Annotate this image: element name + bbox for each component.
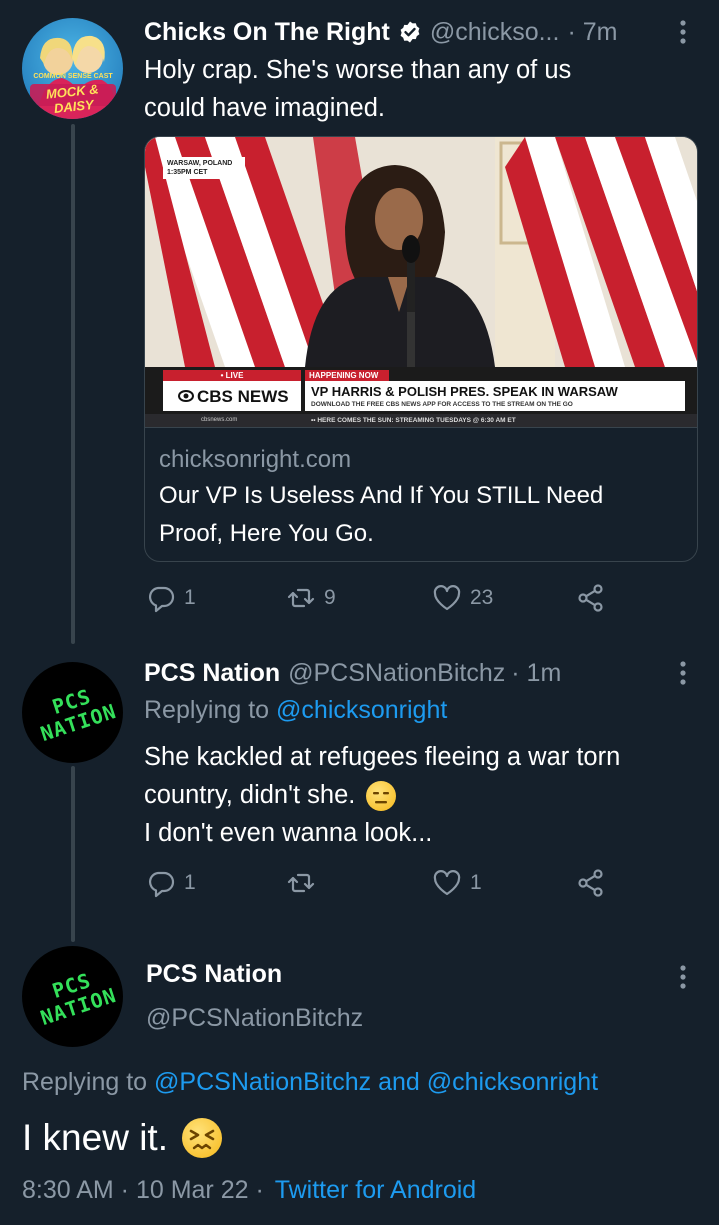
display-name[interactable]: PCS Nation [144, 659, 280, 688]
replying-prefix: Replying to [144, 696, 270, 724]
card-image: WARSAW, POLAND 1:35PM CET • LIVE CBS NEW… [145, 137, 697, 427]
replying-to-link[interactable]: @PCSNationBitchz and @chicksonright [154, 1068, 598, 1096]
like-count: 1 [470, 871, 482, 894]
network-name: CBS NEWS [197, 387, 289, 406]
tweet-text-line: could have imagined. [144, 94, 385, 122]
timestamp[interactable]: · 7m [567, 18, 617, 47]
verified-badge-icon [400, 21, 420, 43]
retweet-button[interactable]: 9 [286, 583, 336, 613]
tweet-header: PCS Nation @PCSNationBitchz · 1m [144, 656, 561, 690]
avatar-label-top: COMMON SENSE CAST [33, 73, 113, 80]
thread-connector [71, 766, 75, 942]
like-button[interactable]: 1 [432, 868, 482, 898]
card-location-line: 1:35PM CET [167, 169, 208, 176]
tweet-source-link[interactable]: Twitter for Android [275, 1176, 476, 1204]
avatar-logo: PCS NATION [25, 961, 123, 1031]
replying-prefix: Replying to [22, 1068, 148, 1096]
share-icon [578, 584, 603, 612]
card-location-line: WARSAW, POLAND [167, 160, 233, 167]
card-domain: chicksonright.com [159, 446, 352, 473]
ticker: •• HERE COMES THE SUN: STREAMING TUESDAY… [311, 417, 516, 424]
share-icon [578, 869, 603, 897]
thread-connector [71, 124, 75, 644]
avatar-logo: PCS NATION [25, 677, 123, 747]
retweet-count: 9 [324, 586, 336, 609]
headline: VP HARRIS & POLISH PRES. SPEAK IN WARSAW [311, 384, 618, 399]
reply-icon [149, 871, 175, 898]
tweet-text: I knew it. [22, 1114, 222, 1162]
reply-count: 1 [184, 586, 196, 609]
replying-to-link[interactable]: @chicksonright [276, 696, 447, 724]
handle[interactable]: @PCSNationBitchz [288, 659, 505, 688]
tweet-actions: 1 9 23 [146, 583, 626, 619]
card-divider [145, 427, 697, 428]
like-count: 23 [470, 586, 494, 609]
tweet-text-line: Holy crap. She's worse than any of us [144, 56, 572, 84]
retweet-button[interactable] [286, 868, 324, 898]
tweet-text-line: country, didn't she. [144, 781, 356, 809]
avatar[interactable]: PCS NATION [22, 662, 123, 763]
handle[interactable]: @PCSNationBitchz [146, 1004, 363, 1033]
happening-label: HAPPENING NOW [309, 371, 379, 380]
more-icon[interactable] [678, 660, 688, 686]
tweet-text: Holy crap. She's worse than any of us co… [144, 51, 571, 127]
avatar[interactable]: PCS NATION [22, 946, 123, 1047]
timeline: COMMON SENSE CAST MOCK & DAISY Chicks On… [0, 0, 719, 1225]
card-text: chicksonright.com Our VP Is Useless And … [159, 443, 683, 553]
card-location: WARSAW, POLAND 1:35PM CET [167, 159, 232, 177]
retweet-icon [287, 588, 315, 608]
expressionless-emoji-icon [366, 781, 397, 812]
card-title-line: Proof, Here You Go. [159, 520, 374, 547]
more-icon[interactable] [678, 19, 688, 45]
replying-to: Replying to @PCSNationBitchz and @chicks… [22, 1068, 598, 1097]
tweet-meta: 8:30 AM · 10 Mar 22 · Twitter for Androi… [22, 1176, 476, 1205]
subline: DOWNLOAD THE FREE CBS NEWS APP FOR ACCES… [311, 401, 573, 408]
tweet-datetime[interactable]: 8:30 AM · 10 Mar 22 · [22, 1176, 264, 1204]
handle[interactable]: @chickso... [430, 18, 560, 47]
site-small: cbsnews.com [201, 417, 238, 423]
like-button[interactable]: 23 [432, 583, 493, 613]
timestamp[interactable]: · 1m [511, 659, 561, 688]
tweet-text: She kackled at refugees fleeing a war to… [144, 738, 620, 852]
reply-button[interactable]: 1 [146, 583, 196, 613]
retweet-icon [287, 873, 315, 893]
confounded-emoji-icon [182, 1118, 222, 1158]
tweet-text-line: She kackled at refugees fleeing a war to… [144, 743, 621, 771]
like-icon [433, 870, 461, 896]
tweet-text-line: I don't even wanna look... [144, 819, 433, 847]
live-label: • LIVE [220, 371, 244, 380]
share-button[interactable] [576, 868, 606, 898]
link-card[interactable]: WARSAW, POLAND 1:35PM CET • LIVE CBS NEW… [144, 136, 698, 562]
more-icon[interactable] [678, 964, 688, 990]
tweet-text-line: I knew it. [22, 1117, 168, 1158]
display-name[interactable]: PCS Nation [146, 960, 282, 989]
tweet-actions: 1 1 [146, 868, 626, 904]
share-button[interactable] [576, 583, 606, 613]
avatar[interactable]: COMMON SENSE CAST MOCK & DAISY [22, 18, 123, 119]
reply-icon [149, 586, 175, 613]
replying-to: Replying to @chicksonright [144, 696, 447, 725]
reply-count: 1 [184, 871, 196, 894]
card-title-line: Our VP Is Useless And If You STILL Need [159, 482, 604, 509]
display-name[interactable]: Chicks On The Right [144, 18, 390, 47]
like-icon [433, 585, 461, 611]
reply-button[interactable]: 1 [146, 868, 196, 898]
tweet-header: Chicks On The Right @chickso... · 7m [144, 14, 617, 50]
